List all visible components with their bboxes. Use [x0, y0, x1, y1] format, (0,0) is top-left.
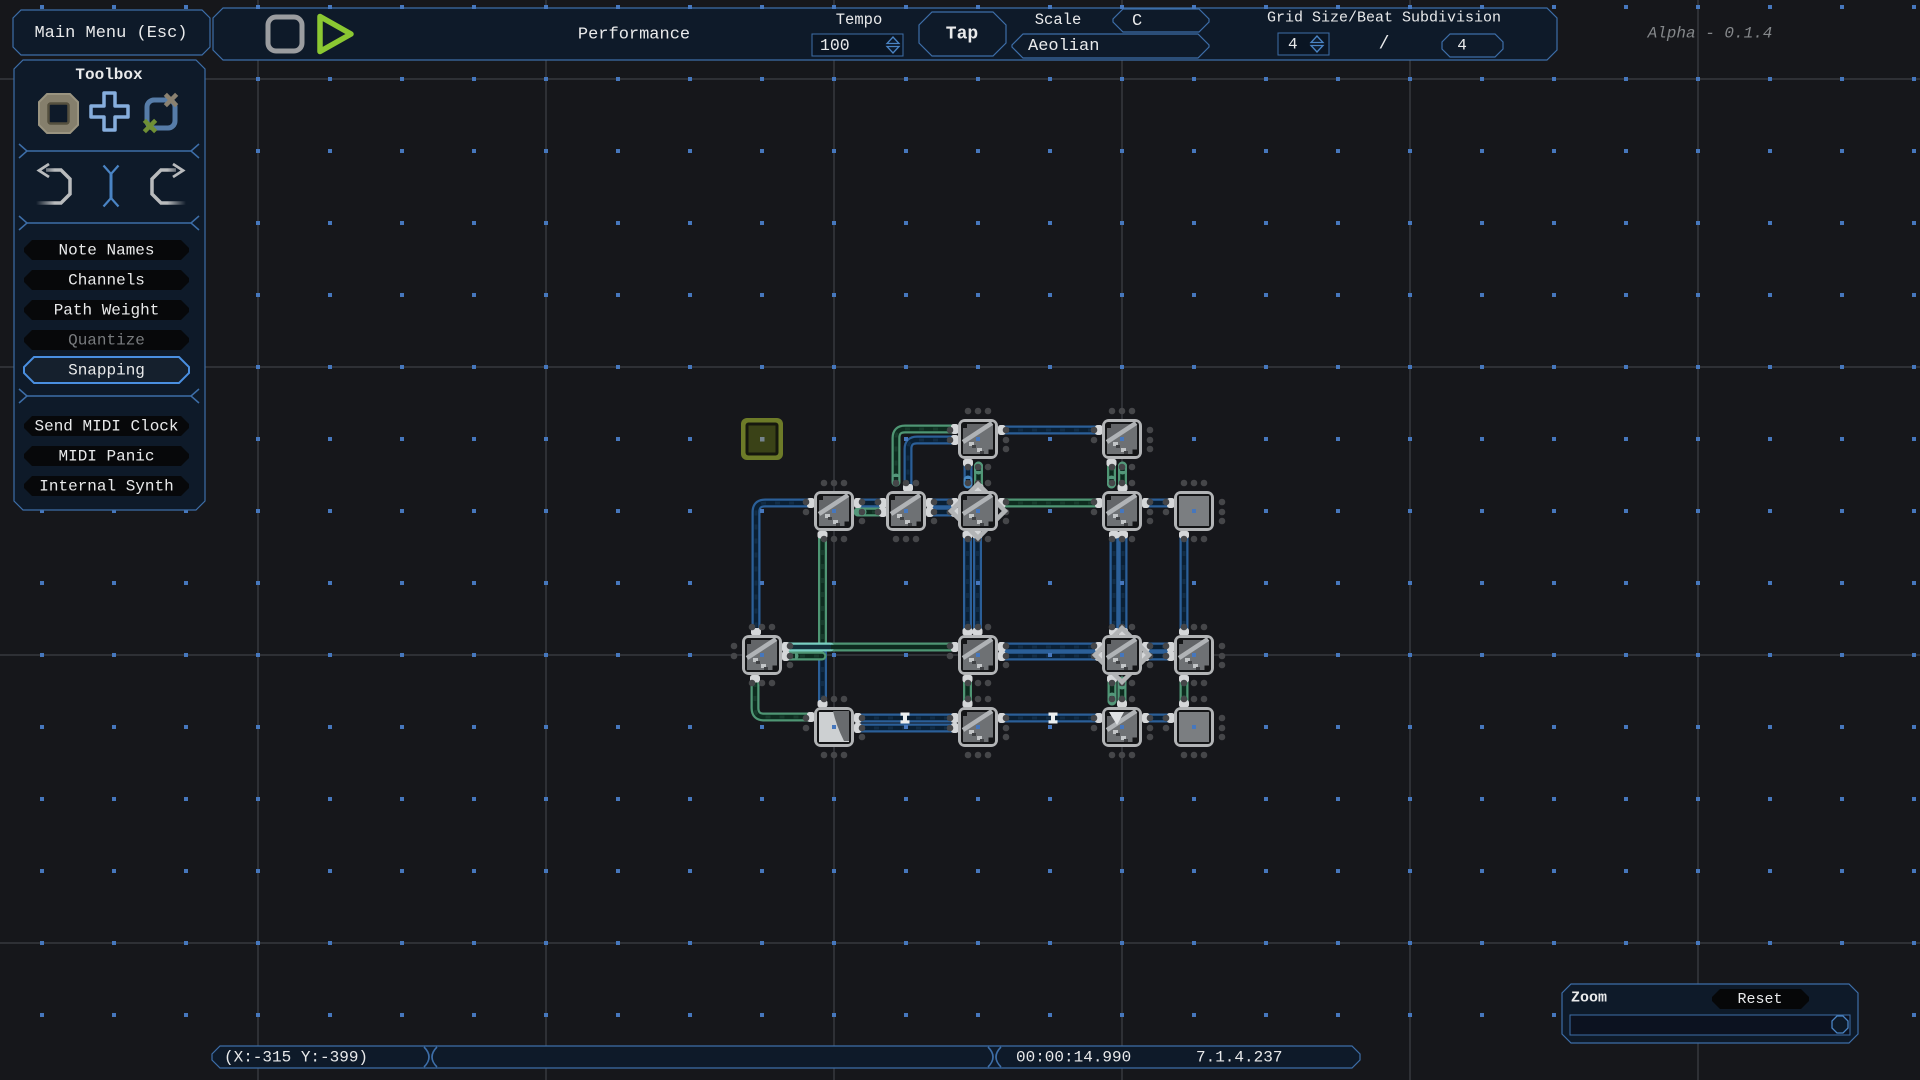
svg-text:Path Weight: Path Weight	[54, 302, 160, 320]
svg-text:C: C	[1132, 12, 1142, 31]
svg-text:/: /	[1379, 35, 1390, 55]
svg-text:Tap: Tap	[946, 25, 978, 45]
svg-text:4: 4	[1288, 36, 1298, 54]
svg-text:Aeolian: Aeolian	[1028, 37, 1099, 56]
svg-text:00:00:14.990: 00:00:14.990	[1016, 1049, 1131, 1067]
svg-text:Alpha - 0.1.4: Alpha - 0.1.4	[1647, 25, 1773, 43]
svg-text:Scale: Scale	[1035, 11, 1082, 29]
svg-text:Channels: Channels	[68, 272, 145, 290]
svg-text:100: 100	[820, 36, 850, 55]
svg-text:Internal Synth: Internal Synth	[39, 478, 173, 496]
svg-text:Grid Size/Beat Subdivision: Grid Size/Beat Subdivision	[1267, 10, 1501, 27]
svg-text:Send MIDI Clock: Send MIDI Clock	[34, 418, 178, 436]
svg-text:Reset: Reset	[1737, 991, 1782, 1008]
svg-text:Tempo: Tempo	[836, 11, 883, 29]
svg-text:Performance: Performance	[578, 26, 690, 45]
svg-text:Zoom: Zoom	[1571, 990, 1607, 1007]
svg-text:(X:-315 Y:-399): (X:-315 Y:-399)	[224, 1049, 368, 1067]
svg-text:4: 4	[1457, 37, 1467, 55]
svg-text:Quantize: Quantize	[68, 332, 145, 350]
svg-text:Note Names: Note Names	[58, 242, 154, 260]
svg-text:Main Menu (Esc): Main Menu (Esc)	[34, 24, 187, 43]
svg-text:7.1.4.237: 7.1.4.237	[1196, 1049, 1282, 1067]
svg-text:Snapping: Snapping	[68, 362, 145, 380]
svg-text:MIDI Panic: MIDI Panic	[58, 448, 154, 466]
svg-text:Toolbox: Toolbox	[75, 66, 143, 84]
